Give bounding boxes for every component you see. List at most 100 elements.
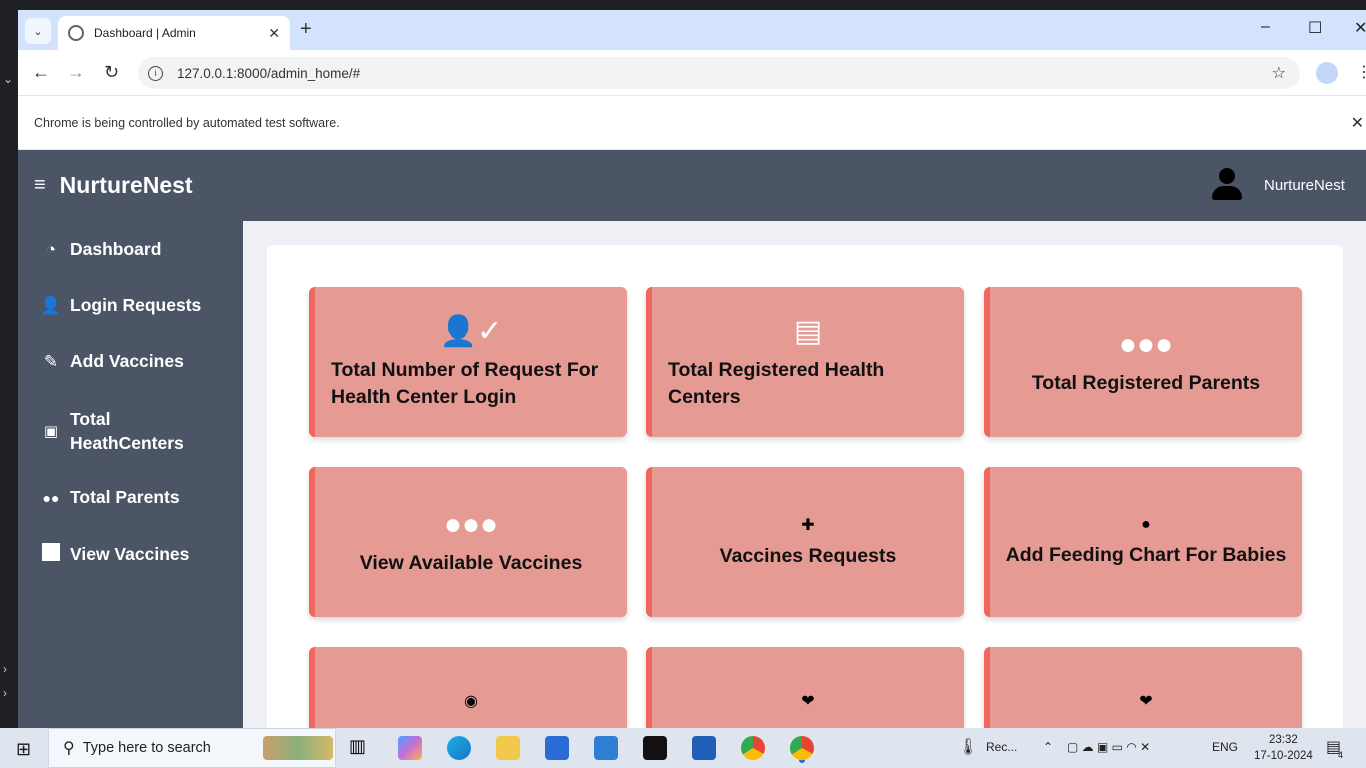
infobar-close-icon[interactable]: ✕: [1351, 113, 1364, 133]
card-row3-3[interactable]: ❤: [984, 647, 1302, 728]
sidebar-item-label: Dashboard: [70, 239, 162, 259]
search-highlight-image: [263, 736, 333, 760]
desktop-left-strip: ⌄ › ›: [0, 0, 18, 728]
card-title: Vaccines Requests: [719, 544, 897, 567]
globe-icon: [68, 25, 84, 41]
clock-time: 23:32: [1269, 734, 1298, 746]
task-view-icon[interactable]: ▥: [349, 736, 373, 760]
store-icon[interactable]: [545, 736, 569, 760]
card-title: Total Registered Health Centers: [668, 358, 885, 408]
hamburger-menu-icon[interactable]: ≡: [34, 174, 46, 197]
card-view-available-vaccines[interactable]: ●●● View Available Vaccines: [309, 467, 627, 617]
word-icon[interactable]: [692, 736, 716, 760]
apple-icon: ●: [1141, 515, 1151, 533]
browser-window: ⌄ Dashboard | Admin ✕ + – ☐ ✕ ← → ↻ i 12…: [18, 10, 1366, 728]
windows-start-icon[interactable]: ⊞: [16, 739, 31, 760]
maximize-icon[interactable]: ☐: [1308, 18, 1322, 38]
forward-icon[interactable]: →: [67, 62, 85, 83]
app-icon[interactable]: [643, 736, 667, 760]
active-tab[interactable]: Dashboard | Admin ✕: [58, 16, 290, 50]
tab-title: Dashboard | Admin: [94, 26, 196, 40]
url-text: 127.0.0.1:8000/admin_home/#: [177, 65, 361, 81]
language-indicator[interactable]: ENG: [1212, 740, 1238, 754]
card-add-feeding-chart[interactable]: ● Add Feeding Chart For Babies: [984, 467, 1302, 617]
file-explorer-icon[interactable]: [496, 736, 520, 760]
automation-infobar: Chrome is being controlled by automated …: [18, 96, 1366, 150]
app-header: ≡ NurtureNest NurtureNest: [18, 150, 1366, 221]
sidebar-item-label: Add Vaccines: [70, 351, 184, 371]
hand-heart-icon: ❤: [801, 693, 815, 710]
sidebar-item-dashboard[interactable]: ◔ Dashboard: [40, 239, 162, 260]
sidebar-item-label: Total Parents: [70, 487, 180, 507]
tab-strip: ⌄ Dashboard | Admin ✕ + – ☐ ✕: [18, 10, 1366, 50]
new-tab-icon[interactable]: +: [300, 18, 312, 41]
sidebar-item-label-line2: HeathCenters: [70, 433, 184, 453]
clock[interactable]: 23:32 17-10-2024: [1254, 732, 1313, 764]
minimize-icon[interactable]: –: [1261, 18, 1270, 36]
brand-title[interactable]: NurtureNest: [60, 172, 193, 199]
tray-icons[interactable]: ▢ ☁ ▣ ▭ ◠ ✕: [1067, 740, 1150, 754]
card-title: Total Registered Parents: [1031, 371, 1261, 394]
profile-avatar-icon[interactable]: [1316, 62, 1338, 84]
hand-heart-icon: ❤: [1139, 693, 1153, 710]
gauge-icon: ◔: [45, 239, 57, 259]
more-menu-icon[interactable]: ⋮: [1356, 62, 1366, 82]
dashboard-panel: 👤✓ Total Number of Request For Health Ce…: [267, 245, 1343, 728]
bookmark-star-icon[interactable]: ☆: [1272, 63, 1286, 83]
clipboard-plus-icon: ✚: [801, 516, 815, 534]
card-registered-parents[interactable]: ●●● Total Registered Parents: [984, 287, 1302, 437]
sidebar-item-label-block: Total HeathCenters: [70, 407, 184, 455]
chevron-down-icon: ⌄: [3, 72, 14, 86]
chevron-right-icon: ›: [3, 686, 7, 700]
user-avatar-icon[interactable]: [1212, 168, 1242, 200]
weather-label[interactable]: Rec...: [986, 740, 1017, 754]
window-close-icon[interactable]: ✕: [1354, 18, 1366, 38]
sidebar-item-login-requests[interactable]: 👤 Login Requests: [40, 295, 201, 316]
eye-icon: ◉: [464, 693, 478, 710]
sidebar-item-label: View Vaccines: [70, 544, 190, 564]
card-vaccines-requests[interactable]: ✚ Vaccines Requests: [646, 467, 964, 617]
card-registered-health-centers[interactable]: ▤ Total Registered Health Centers: [646, 287, 964, 437]
hospital-icon: ▤: [793, 314, 823, 348]
taskbar-search-placeholder: Type here to search: [82, 740, 211, 756]
copilot-icon[interactable]: [398, 736, 422, 760]
users-icon: ●●: [42, 489, 60, 506]
card-title: View Available Vaccines: [359, 551, 583, 574]
sidebar-item-label: Login Requests: [70, 295, 202, 315]
sidebar-item-add-vaccines[interactable]: ✎ Add Vaccines: [40, 351, 184, 372]
card-health-center-login-requests[interactable]: 👤✓ Total Number of Request For Health Ce…: [309, 287, 627, 437]
sidebar-item-total-parents[interactable]: ●● Total Parents: [40, 487, 180, 508]
admin-app: ≡ NurtureNest NurtureNest ◔ Dashboard 👤 …: [18, 150, 1366, 728]
user-check-icon: 👤✓: [439, 314, 503, 348]
chevron-up-icon[interactable]: ⌃: [1043, 740, 1053, 754]
chevron-right-icon: ›: [3, 662, 7, 676]
card-title: Add Feeding Chart For Babies: [1005, 543, 1287, 566]
tab-search-button[interactable]: ⌄: [25, 18, 51, 44]
close-tab-icon[interactable]: ✕: [268, 25, 280, 42]
card-title: Total Number of Request For Health Cente…: [331, 358, 599, 408]
weather-icon[interactable]: 🌡: [958, 737, 978, 757]
sidebar-item-view-vaccines[interactable]: View Vaccines: [40, 543, 189, 566]
chrome-active-icon[interactable]: [790, 736, 814, 760]
syringe-icon: ✎: [43, 351, 59, 371]
card-row3-1[interactable]: ◉: [309, 647, 627, 728]
sidebar-item-label: Total: [70, 409, 111, 429]
users-icon: ●●●: [443, 507, 499, 541]
address-bar[interactable]: i 127.0.0.1:8000/admin_home/# ☆: [138, 57, 1300, 89]
browser-toolbar: ← → ↻ i 127.0.0.1:8000/admin_home/# ☆ ⋮: [18, 50, 1366, 96]
chrome-icon[interactable]: [741, 736, 765, 760]
notification-count: 4: [1338, 750, 1344, 760]
hospital-icon: ▣: [43, 423, 59, 440]
sidebar-item-health-centers[interactable]: ▣ Total HeathCenters: [40, 407, 184, 455]
card-row3-2[interactable]: ❤: [646, 647, 964, 728]
site-info-icon[interactable]: i: [148, 65, 163, 81]
desktop-top-strip: [0, 0, 1366, 10]
reload-icon[interactable]: ↻: [104, 62, 119, 83]
users-icon: ●●●: [1118, 327, 1174, 361]
search-icon: ⚲: [63, 740, 75, 757]
back-icon[interactable]: ←: [32, 62, 50, 83]
mail-icon[interactable]: [594, 736, 618, 760]
edge-icon[interactable]: [447, 736, 471, 760]
user-name[interactable]: NurtureNest: [1264, 177, 1345, 194]
windows-taskbar: ⊞ ⚲ Type here to search ▥ 🌡 Rec... ⌃ ▢ ☁…: [0, 728, 1366, 768]
